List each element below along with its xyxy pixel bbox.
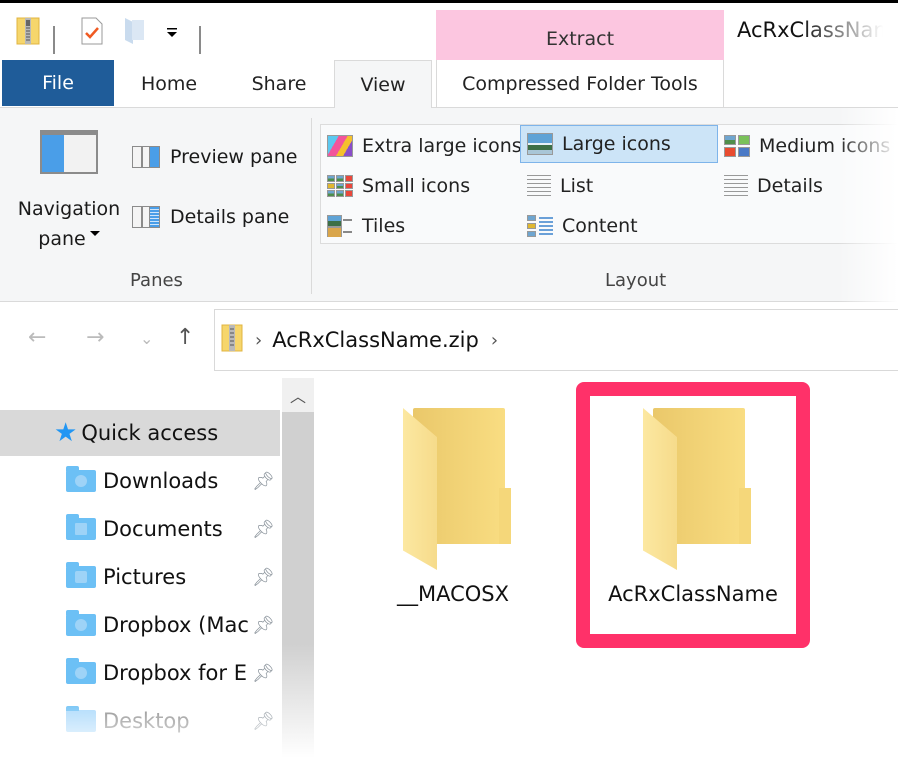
nav-item-quick-access[interactable]: ★ Quick access [0,410,280,456]
tab-home[interactable]: Home [120,60,218,108]
extra-large-icons-icon [327,135,353,157]
layout-group-label: Layout [605,270,667,291]
pin-icon[interactable]: 📌︎ [252,615,275,636]
content-icon [527,215,553,237]
contextual-tab-group-extract: Extract [436,10,724,60]
layout-option-label: Extra large icons [362,135,522,157]
nav-item-documents[interactable]: Documents 📌︎ [0,506,282,552]
title-fade-overlay [800,10,898,50]
ribbon-fade-overlay [838,108,898,302]
breadcrumb-item[interactable]: AcRxClassName.zip [272,328,479,352]
dropbox-folder-icon [66,658,96,684]
nav-scrollbar[interactable] [282,378,314,758]
file-item-macosx[interactable]: __MACOSX [368,408,538,606]
new-folder-icon[interactable] [124,16,146,50]
nav-item-label: Pictures [103,565,187,589]
navigation-pane-label-line2-wrap: pane [14,224,124,254]
preview-pane-button[interactable]: Preview pane [132,142,297,172]
layout-option-label: List [560,175,594,197]
pictures-folder-icon [66,562,96,588]
pin-icon[interactable]: 📌︎ [252,663,275,684]
pin-icon[interactable]: 📌︎ [252,519,275,540]
layout-content[interactable]: Content [527,207,638,245]
layout-extra-large-icons[interactable]: Extra large icons [327,127,522,165]
group-separator [311,118,312,294]
pin-icon[interactable]: 📌︎ [252,567,275,588]
tab-share[interactable]: Share [230,60,328,108]
details-icon [724,175,748,197]
nav-item-label: Quick access [81,421,219,445]
layout-list[interactable]: List [527,167,593,205]
tab-view[interactable]: View [334,60,432,109]
folder-icon [403,408,511,570]
dropbox-folder-icon [66,610,96,636]
window-top-edge [0,0,898,3]
forward-button[interactable]: → [86,325,104,350]
tab-file[interactable]: File [2,60,114,106]
properties-icon[interactable] [80,16,104,50]
tiles-icon [327,215,353,237]
nav-item-label: Dropbox for E [103,661,247,685]
highlight-annotation [576,382,810,648]
nav-item-downloads[interactable]: Downloads 📌︎ [0,458,282,504]
small-icons-icon [327,175,353,197]
layout-option-label: Small icons [362,175,471,197]
breadcrumb-separator[interactable]: › [491,330,498,351]
navigation-pane-label-line2: pane [38,228,86,250]
breadcrumb-separator[interactable]: › [255,330,262,351]
nav-item-label: Downloads [103,469,219,493]
details-pane-label: Details pane [170,206,290,228]
nav-item-pictures[interactable]: Pictures 📌︎ [0,554,282,600]
layout-gallery: Extra large icons Large icons Medium ico… [320,124,898,244]
ribbon-tabs: File Home Share View Compressed Folder T… [0,60,898,109]
layout-option-label: Details [757,175,823,197]
customize-dropdown-icon[interactable] [166,24,178,43]
layout-option-label: Large icons [562,133,671,155]
large-icons-icon [527,133,553,155]
medium-icons-icon [724,135,750,157]
nav-item-dropbox-mac[interactable]: Dropbox (Mac 📌︎ [0,602,282,648]
star-icon: ★ [54,418,78,448]
tab-compressed-folder-tools[interactable]: Compressed Folder Tools [436,60,724,108]
navigation-pane-label-line1: Navigation [17,198,121,220]
layout-option-label: Content [562,215,638,237]
chevron-down-icon [89,231,100,236]
toolbar-separator [199,26,201,54]
back-button[interactable]: ← [28,325,46,350]
details-pane-icon [132,206,160,228]
zip-folder-icon [221,324,243,356]
documents-folder-icon [66,514,96,540]
layout-tiles[interactable]: Tiles [327,207,405,245]
navigation-pane: ★ Quick access Downloads 📌︎ Documents 📌︎… [0,378,314,758]
navigation-pane-icon [40,130,98,174]
toolbar-separator [53,26,55,54]
nav-fade-overlay [0,698,282,758]
preview-pane-label: Preview pane [170,146,298,168]
scroll-up-button[interactable]: ︿ [282,378,314,412]
panes-group-label: Panes [130,270,183,291]
nav-item-label: Dropbox (Mac [103,613,249,637]
layout-large-icons[interactable]: Large icons [520,125,718,163]
nav-item-label: Documents [103,517,223,541]
list-icon [527,175,551,197]
contextual-group-label: Extract [545,28,615,50]
pin-icon[interactable]: 📌︎ [252,471,275,492]
up-button[interactable]: ↑ [176,325,194,350]
navigation-pane-button[interactable]: Navigation pane [14,130,124,254]
recent-locations-button[interactable]: ⌄ [140,329,153,348]
quick-access-toolbar [0,10,435,58]
layout-details[interactable]: Details [724,167,823,205]
layout-small-icons[interactable]: Small icons [327,167,470,205]
downloads-folder-icon [66,466,96,492]
details-pane-button[interactable]: Details pane [132,202,289,232]
nav-item-dropbox-for-e[interactable]: Dropbox for E 📌︎ [0,650,282,696]
address-field[interactable]: › AcRxClassName.zip › [214,309,898,371]
preview-pane-icon [132,146,160,168]
layout-option-label: Tiles [362,215,406,237]
file-view: __MACOSX AcRxClassName [318,378,898,758]
address-bar-row: ← → ⌄ ↑ › AcRxClassName.zip › [0,303,898,371]
zip-folder-icon[interactable] [16,16,40,50]
file-name: __MACOSX [396,582,510,606]
